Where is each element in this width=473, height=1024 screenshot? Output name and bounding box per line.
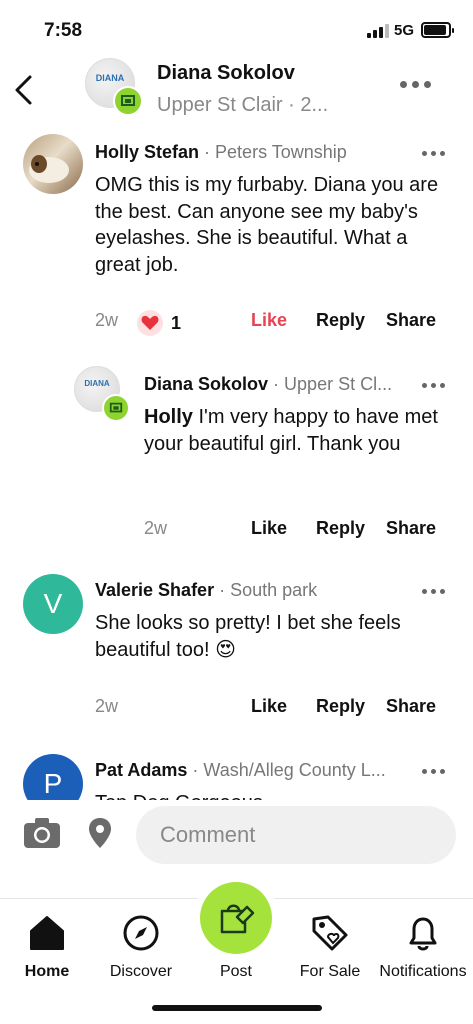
status-time: 7:58 — [44, 20, 83, 41]
avatar-initial: V — [43, 588, 63, 619]
compass-icon — [123, 915, 159, 951]
avatar-logo-text: DIANA — [95, 73, 125, 83]
nav-discover[interactable]: Discover — [96, 913, 186, 981]
comment-more-button[interactable] — [422, 380, 448, 390]
nav-home[interactable]: Home — [2, 913, 92, 981]
like-button[interactable]: Like — [251, 696, 287, 717]
comment-item: Holly Stefan · Peters Township OMG this … — [0, 134, 473, 336]
location-pin-icon — [89, 818, 111, 848]
battery-icon — [421, 22, 454, 38]
comment-item: V Valerie Shafer · South park She looks … — [0, 572, 473, 732]
commenter-location: · South park — [219, 580, 318, 600]
back-button[interactable] — [10, 72, 40, 108]
share-button[interactable]: Share — [386, 518, 436, 539]
avatar-logo-text: DIANA — [84, 379, 110, 388]
comment-actions: 2w Like Reply Share — [144, 518, 454, 544]
home-icon — [30, 916, 64, 950]
comment-actions: 2w 1 Like Reply Share — [95, 310, 455, 336]
price-tag-icon — [312, 915, 348, 951]
post-header: DIANA Diana Sokolov Upper St Clair · 2..… — [0, 58, 473, 128]
like-button[interactable]: Like — [251, 310, 287, 331]
reply-item: DIANA Diana Sokolov · Upper St Cl... Hol… — [0, 366, 473, 546]
dot — [400, 80, 407, 88]
commenter-name[interactable]: Pat Adams — [95, 760, 187, 780]
commenter-name[interactable]: Diana Sokolov — [144, 374, 268, 394]
share-button[interactable]: Share — [386, 310, 436, 331]
reply-button[interactable]: Reply — [316, 696, 365, 717]
reaction-summary[interactable]: 1 — [137, 310, 181, 336]
comment-text: Holly I'm very happy to have met your be… — [144, 404, 454, 457]
reply-button[interactable]: Reply — [316, 310, 365, 331]
author-name[interactable]: Diana Sokolov — [157, 62, 295, 85]
nav-for-sale[interactable]: For Sale — [285, 913, 375, 981]
comment-input[interactable] — [136, 806, 456, 864]
nav-label: Home — [24, 963, 70, 980]
network-label: 5G — [394, 22, 415, 39]
commenter-header: Pat Adams · Wash/Alleg County L... — [95, 760, 386, 781]
comment-time: 2w — [144, 518, 168, 538]
commenter-avatar[interactable]: DIANA — [74, 366, 130, 422]
author-subtitle: Upper St Clair · 2... — [157, 94, 329, 116]
dog-photo-icon — [29, 155, 69, 183]
comment-time: 2w — [95, 696, 119, 716]
reaction-count: 1 — [171, 312, 182, 333]
commenter-name[interactable]: Holly Stefan — [95, 142, 199, 162]
commenter-avatar[interactable]: P — [23, 754, 83, 800]
camera-icon — [24, 818, 60, 848]
comment-text: OMG this is my furbaby. Diana you are th… — [95, 174, 439, 276]
camera-button[interactable] — [22, 816, 62, 850]
business-badge-icon — [113, 86, 143, 116]
comment-more-button[interactable] — [422, 766, 448, 776]
post-bag-icon — [220, 904, 255, 934]
mention-link[interactable]: Holly — [144, 406, 193, 428]
nav-label: Discover — [109, 963, 173, 980]
reply-button[interactable]: Reply — [316, 518, 365, 539]
commenter-header: Valerie Shafer · South park — [95, 580, 317, 601]
comment-item: P Pat Adams · Wash/Alleg County L... Top… — [0, 752, 473, 800]
nav-label: For Sale — [299, 963, 361, 980]
like-button[interactable]: Like — [251, 518, 287, 539]
commenter-location: · Wash/Alleg County L... — [192, 760, 386, 780]
dot — [412, 80, 419, 88]
share-button[interactable]: Share — [386, 696, 436, 717]
avatar-initial: P — [43, 768, 63, 799]
nav-notifications[interactable]: Notifications — [375, 913, 471, 981]
bottom-navigation: Home Discover Post For Sale Notification… — [0, 875, 473, 1024]
nav-post-button[interactable] — [193, 875, 279, 961]
commenter-name[interactable]: Valerie Shafer — [95, 580, 214, 600]
commenter-avatar[interactable]: V — [23, 574, 83, 634]
comment-composer — [0, 800, 473, 870]
comment-more-button[interactable] — [422, 586, 448, 596]
location-button[interactable] — [87, 816, 113, 850]
heart-icon — [137, 310, 163, 336]
nav-label: Post — [219, 963, 252, 980]
commenter-location: · Peters Township — [204, 142, 347, 162]
commenter-location: · Upper St Cl... — [273, 374, 393, 394]
status-bar: 7:58 5G — [0, 0, 473, 58]
commenter-avatar[interactable] — [23, 134, 83, 194]
comment-text: Top Dog Gorgeous — [95, 790, 457, 800]
author-avatar[interactable]: DIANA — [85, 58, 143, 116]
business-badge-icon — [102, 394, 130, 422]
nav-label: Notifications — [379, 963, 467, 980]
comment-actions: 2w Like Reply Share — [95, 696, 455, 722]
chevron-left-icon — [15, 75, 32, 105]
more-options-button[interactable] — [400, 76, 440, 92]
commenter-header: Holly Stefan · Peters Township — [95, 142, 347, 163]
home-indicator — [152, 1005, 322, 1011]
signal-icon — [367, 24, 389, 38]
comment-text: She looks so pretty! I bet she feels bea… — [95, 612, 401, 661]
dot — [424, 80, 431, 88]
comment-time: 2w — [95, 310, 119, 330]
commenter-header: Diana Sokolov · Upper St Cl... — [144, 374, 392, 395]
comment-more-button[interactable] — [422, 148, 448, 158]
bell-icon — [409, 917, 437, 951]
